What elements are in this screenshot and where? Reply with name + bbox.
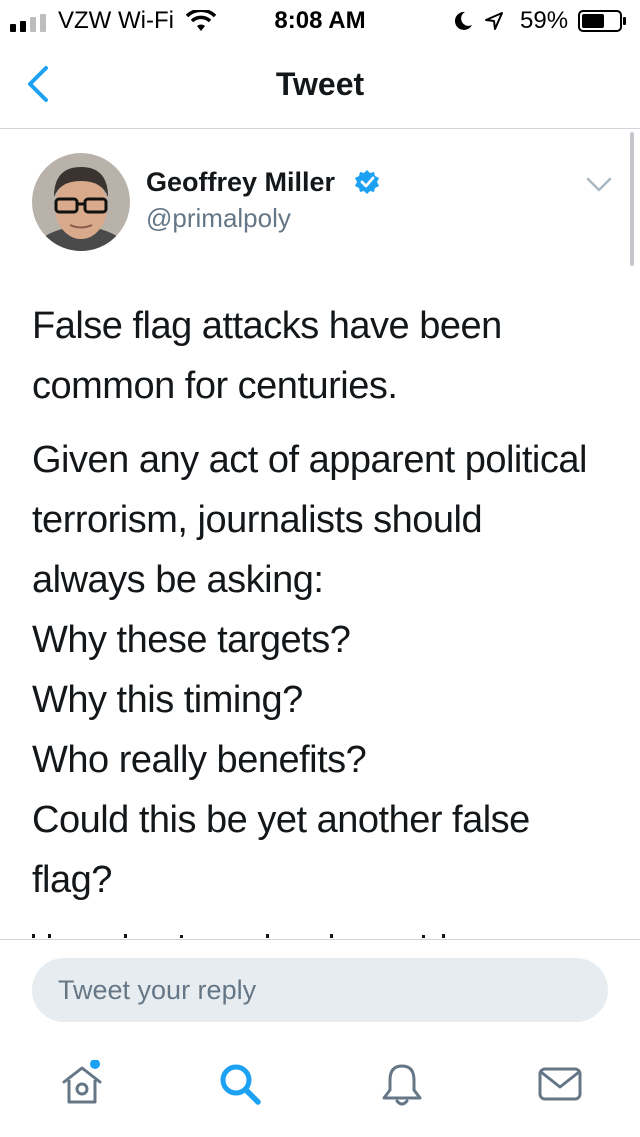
reply-input[interactable]: Tweet your reply (32, 958, 608, 1022)
clipped-text-line (32, 934, 445, 938)
tweet-line: always be asking: (32, 559, 324, 601)
battery-icon (578, 10, 626, 32)
notification-dot (90, 1060, 100, 1069)
reply-bar: Tweet your reply (0, 939, 640, 1137)
tweet-line: Who really benefits? (32, 739, 367, 781)
tweet-header: Geoffrey Miller @primalpoly (0, 129, 640, 259)
avatar[interactable] (32, 153, 130, 251)
tweet-text: False flag attacks have been common for … (32, 296, 622, 924)
tweet-line: Given any act of apparent political (32, 439, 587, 481)
tweet-line: False flag attacks have been (32, 305, 502, 347)
tweet-line: common for centuries. (32, 365, 398, 407)
nav-bar: Tweet (0, 40, 640, 129)
moon-icon (455, 11, 472, 30)
scrollbar[interactable] (630, 132, 634, 266)
author-name[interactable]: Geoffrey Miller (146, 167, 335, 198)
bell-icon[interactable] (378, 1060, 426, 1108)
mail-icon[interactable] (536, 1060, 584, 1108)
tweet-paragraph: Given any act of apparent political terr… (32, 430, 622, 910)
search-icon[interactable] (216, 1060, 264, 1108)
tweet-line: Why these targets? (32, 619, 351, 661)
status-bar: VZW Wi-Fi 8:08 AM 59% (0, 0, 640, 40)
avatar-photo (32, 153, 130, 251)
tweet-paragraph: False flag attacks have been common for … (32, 296, 622, 416)
author-handle[interactable]: @primalpoly (146, 203, 291, 234)
battery-percentage: 59% (520, 7, 569, 34)
location-arrow-icon (485, 12, 503, 30)
tweet-line: flag? (32, 859, 112, 901)
tweet-line: terrorism, journalists should (32, 499, 483, 541)
tweet-line: Could this be yet another false (32, 799, 530, 841)
page-title: Tweet (275, 66, 365, 102)
tweet-line: Why this timing? (32, 679, 303, 721)
chevron-down-icon[interactable] (582, 171, 616, 197)
verified-badge-icon (355, 170, 379, 194)
home-icon[interactable] (58, 1060, 106, 1108)
